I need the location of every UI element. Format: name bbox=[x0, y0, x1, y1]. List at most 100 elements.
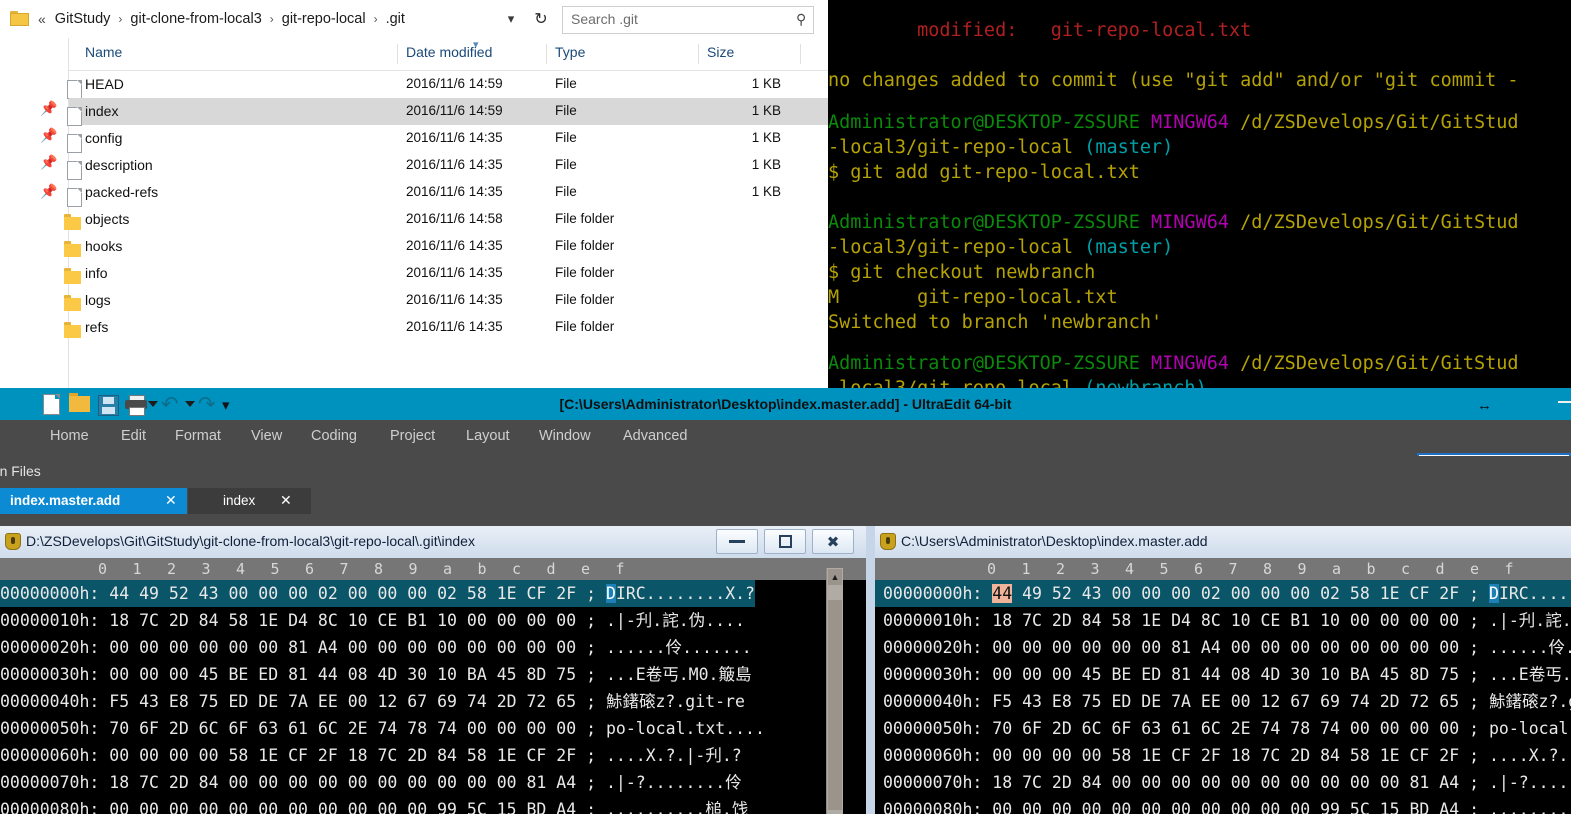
column-header-type[interactable]: Type bbox=[555, 44, 585, 60]
minimize-button[interactable] bbox=[1558, 401, 1571, 403]
file-name: packed-refs bbox=[67, 184, 158, 207]
breadcrumb-item-1[interactable]: git-clone-from-local3 bbox=[127, 9, 264, 29]
address-bar[interactable]: « GitStudy › git-clone-from-local3 › git… bbox=[0, 0, 828, 38]
close-icon[interactable]: ✕ bbox=[280, 492, 292, 509]
chevron-down-icon[interactable]: ▾ bbox=[498, 7, 524, 31]
hex-row[interactable]: 00000070h: 18 7C 2D 84 00 00 00 00 00 00… bbox=[875, 769, 1571, 796]
hex-bytes: 44 49 52 43 00 00 00 02 00 00 00 02 58 1… bbox=[992, 584, 1460, 603]
print-dropdown-icon[interactable] bbox=[148, 401, 158, 407]
hex-row[interactable]: 00000010h: 18 7C 2D 84 58 1E D4 8C 10 CE… bbox=[875, 607, 1571, 634]
hex-window-left: D:\ZSDevelops\Git\GitStudy\git-clone-fro… bbox=[0, 526, 866, 814]
hex-row[interactable]: 00000020h: 00 00 00 00 00 00 81 A4 00 00… bbox=[875, 634, 1571, 661]
tab-index-master-add[interactable]: index.master.add ✕ bbox=[0, 488, 187, 514]
table-row[interactable]: refs 2016/11/6 14:35 File folder bbox=[64, 314, 828, 341]
terminal-line: -local3/git-repo-local (newbranch) bbox=[828, 376, 1207, 388]
breadcrumb-sep-icon: › bbox=[118, 12, 123, 26]
table-row[interactable]: packed-refs 2016/11/6 14:35 File 1 KB bbox=[67, 179, 828, 207]
menu-item-advanced[interactable]: Advanced bbox=[623, 428, 688, 444]
hex-row[interactable]: 00000060h: 00 00 00 00 58 1E CF 2F 18 7C… bbox=[875, 742, 1571, 769]
redo-icon[interactable]: ↷ bbox=[198, 394, 222, 415]
hex-left-title-bar[interactable]: D:\ZSDevelops\Git\GitStudy\git-clone-fro… bbox=[0, 526, 866, 559]
open-folder-icon[interactable] bbox=[69, 393, 90, 412]
menu-item-home[interactable]: Home bbox=[50, 428, 89, 444]
hex-left-scrollbar[interactable]: ▲ bbox=[826, 568, 843, 814]
restore-button[interactable] bbox=[764, 529, 806, 554]
hex-bytes: 00 00 00 00 58 1E CF 2F 18 7C 2D 84 58 1… bbox=[992, 746, 1460, 765]
terminal-line: Administrator@DESKTOP-ZSSURE MINGW64 /d/… bbox=[828, 353, 1519, 374]
breadcrumb[interactable]: « GitStudy › git-clone-from-local3 › git… bbox=[38, 0, 408, 38]
breadcrumb-item-3[interactable]: .git bbox=[383, 9, 408, 29]
breadcrumb-overflow-icon[interactable]: « bbox=[38, 11, 46, 27]
new-file-icon[interactable] bbox=[43, 394, 60, 415]
scroll-up-icon[interactable]: ▲ bbox=[828, 569, 842, 585]
hex-right-dump[interactable]: 00000000h: 44 49 52 43 00 00 00 02 00 00… bbox=[875, 580, 1571, 814]
screen: « GitStudy › git-clone-from-local3 › git… bbox=[0, 0, 1571, 814]
hex-row[interactable]: 00000080h: 00 00 00 00 00 00 00 00 00 00… bbox=[875, 796, 1571, 814]
hex-row[interactable]: 00000010h: 18 7C 2D 84 58 1E D4 8C 10 CE… bbox=[0, 607, 745, 634]
table-row[interactable]: hooks 2016/11/6 14:35 File folder bbox=[64, 233, 828, 260]
minimize-button[interactable] bbox=[716, 529, 758, 554]
column-header-size[interactable]: Size bbox=[707, 44, 734, 60]
file-date: 2016/11/6 14:35 bbox=[406, 238, 503, 253]
menu-item-edit[interactable]: Edit bbox=[121, 428, 146, 444]
menu-item-coding[interactable]: Coding bbox=[311, 428, 357, 444]
menu-item-window[interactable]: Window bbox=[539, 428, 591, 444]
table-row[interactable]: index 2016/11/6 14:59 File 1 KB bbox=[67, 98, 828, 126]
hex-row[interactable]: 00000040h: F5 43 E8 75 ED DE 7A EE 00 12… bbox=[0, 688, 745, 715]
file-type: File folder bbox=[555, 238, 615, 253]
hex-row[interactable]: 00000080h: 00 00 00 00 00 00 00 00 00 00… bbox=[0, 796, 748, 814]
hex-bytes: 00 00 00 00 00 00 81 A4 00 00 00 00 00 0… bbox=[992, 638, 1460, 657]
ruler-digit: 4 bbox=[236, 560, 246, 578]
search-input[interactable]: Search .git ⚲ bbox=[562, 6, 814, 34]
ruler-digit: f bbox=[615, 560, 625, 578]
pin-icon: 📌 bbox=[40, 183, 58, 199]
hex-row[interactable]: 00000060h: 00 00 00 00 58 1E CF 2F 18 7C… bbox=[0, 742, 742, 769]
scrollbar-thumb[interactable] bbox=[828, 600, 842, 810]
undo-dropdown-icon[interactable] bbox=[185, 401, 195, 407]
print-icon[interactable] bbox=[125, 395, 147, 416]
hex-left-dump[interactable]: 00000000h: 44 49 52 43 00 00 00 02 00 00… bbox=[0, 580, 826, 814]
refresh-icon[interactable]: ↻ bbox=[528, 7, 554, 31]
navigation-pane[interactable]: ss 📌 ds 📌 ts 📌 📌 ts ds bbox=[0, 38, 69, 388]
tab-index[interactable]: index ✕ bbox=[188, 488, 311, 514]
table-row[interactable]: description 2016/11/6 14:35 File 1 KB bbox=[67, 152, 828, 180]
hex-offset: 00000050h: bbox=[883, 719, 983, 738]
ultraedit-title-bar[interactable]: [C:\Users\Administrator\Desktop\index.ma… bbox=[0, 388, 1571, 420]
hex-row[interactable]: 00000020h: 00 00 00 00 00 00 81 A4 00 00… bbox=[0, 634, 752, 661]
hex-row[interactable]: 00000030h: 00 00 00 45 BE ED 81 44 08 4D… bbox=[875, 661, 1571, 688]
hex-right-title-bar[interactable]: C:\Users\Administrator\Desktop\index.mas… bbox=[875, 526, 1571, 559]
hex-row[interactable]: 00000050h: 70 6F 2D 6C 6F 63 61 6C 2E 74… bbox=[875, 715, 1571, 742]
customize-chevron-icon[interactable]: ▾ bbox=[222, 396, 230, 414]
file-icon bbox=[67, 188, 82, 207]
hex-row[interactable]: 00000070h: 18 7C 2D 84 00 00 00 00 00 00… bbox=[0, 769, 742, 796]
table-row[interactable]: objects 2016/11/6 14:58 File folder bbox=[64, 206, 828, 233]
menu-item-layout[interactable]: Layout bbox=[466, 428, 510, 444]
table-row[interactable]: HEAD 2016/11/6 14:59 File 1 KB bbox=[67, 71, 828, 99]
hex-row[interactable]: 00000040h: F5 43 E8 75 ED DE 7A EE 00 12… bbox=[875, 688, 1571, 715]
table-row[interactable]: info 2016/11/6 14:35 File folder bbox=[64, 260, 828, 287]
menu-item-view[interactable]: View bbox=[251, 428, 282, 444]
menu-item-format[interactable]: Format bbox=[175, 428, 221, 444]
ascii-cursor: D bbox=[1489, 584, 1499, 603]
hex-row[interactable]: 00000030h: 00 00 00 45 BE ED 81 44 08 4D… bbox=[0, 661, 751, 688]
close-button[interactable]: ✖ bbox=[812, 529, 854, 554]
undo-icon[interactable]: ↶ bbox=[161, 394, 185, 415]
table-row[interactable]: logs 2016/11/6 14:35 File folder bbox=[64, 287, 828, 314]
column-header-name[interactable]: Name bbox=[85, 44, 122, 60]
resize-handle-icon[interactable]: ↔ bbox=[1477, 397, 1492, 414]
menu-item-project[interactable]: Project bbox=[390, 428, 435, 444]
hex-offset: 00000040h: bbox=[0, 692, 100, 711]
close-icon[interactable]: ✕ bbox=[165, 492, 177, 509]
save-icon[interactable] bbox=[98, 395, 119, 416]
file-type: File folder bbox=[555, 319, 615, 334]
hex-row[interactable]: 00000000h: 44 49 52 43 00 00 00 02 00 00… bbox=[0, 580, 755, 607]
breadcrumb-item-2[interactable]: git-repo-local bbox=[279, 9, 369, 29]
table-row[interactable]: config 2016/11/6 14:35 File 1 KB bbox=[67, 125, 828, 153]
git-bash-terminal[interactable]: modified: git-repo-local.txt no changes a… bbox=[828, 0, 1571, 388]
ruler-digit: b bbox=[1366, 560, 1376, 578]
file-date: 2016/11/6 14:35 bbox=[406, 130, 503, 145]
column-header-date[interactable]: Date modified bbox=[406, 44, 492, 60]
breadcrumb-item-0[interactable]: GitStudy bbox=[52, 9, 114, 29]
hex-row[interactable]: 00000000h: 44 49 52 43 00 00 00 02 00 00… bbox=[875, 580, 1571, 607]
hex-row[interactable]: 00000050h: 70 6F 2D 6C 6F 63 61 6C 2E 74… bbox=[0, 715, 765, 742]
